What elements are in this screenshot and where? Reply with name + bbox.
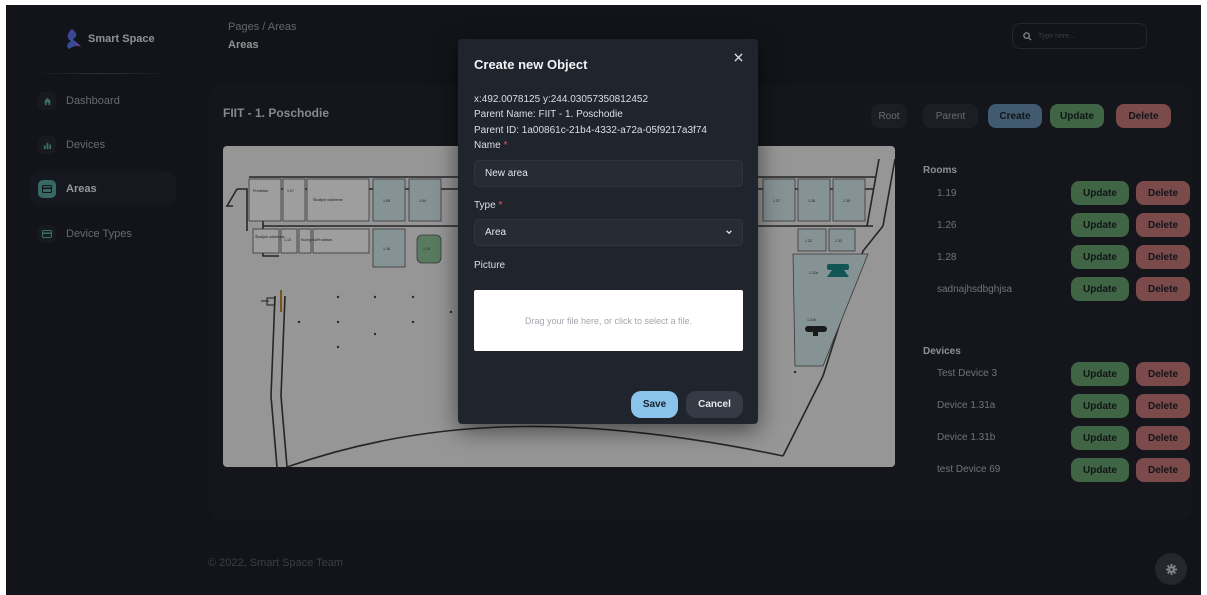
file-dropzone[interactable]: Drag your file here, or click to select … <box>474 290 743 351</box>
click-coordinates: x:492.0078125 y:244.03057350812452 <box>474 94 649 105</box>
dialog-title: Create new Object <box>474 57 588 72</box>
name-field[interactable]: New area <box>474 160 743 187</box>
required-mark: * <box>503 140 508 151</box>
close-button[interactable] <box>734 49 743 65</box>
required-mark: * <box>498 200 503 211</box>
parent-name: Parent Name: FIIT - 1. Poschodie <box>474 109 623 120</box>
type-label-text: Type <box>474 200 496 211</box>
create-object-dialog: Create new Object x:492.0078125 y:244.03… <box>458 39 758 424</box>
cancel-button[interactable]: Cancel <box>686 391 743 418</box>
name-label-text: Name <box>474 140 501 151</box>
save-button[interactable]: Save <box>631 391 678 418</box>
picture-label: Picture <box>474 260 506 271</box>
close-icon <box>734 53 743 62</box>
name-label: Name * <box>474 140 507 151</box>
app-window: Smart Space Dashboard Devices Areas Devi… <box>6 5 1201 595</box>
dropzone-text: Drag your file here, or click to select … <box>524 315 693 326</box>
type-select[interactable]: Area <box>474 219 743 246</box>
chevron-down-icon <box>726 230 732 235</box>
type-select-value: Area <box>485 227 507 238</box>
name-field-value: New area <box>485 168 528 179</box>
type-label: Type * <box>474 200 502 211</box>
parent-id: Parent ID: 1a00861c-21b4-4332-a72a-05f92… <box>474 125 707 136</box>
